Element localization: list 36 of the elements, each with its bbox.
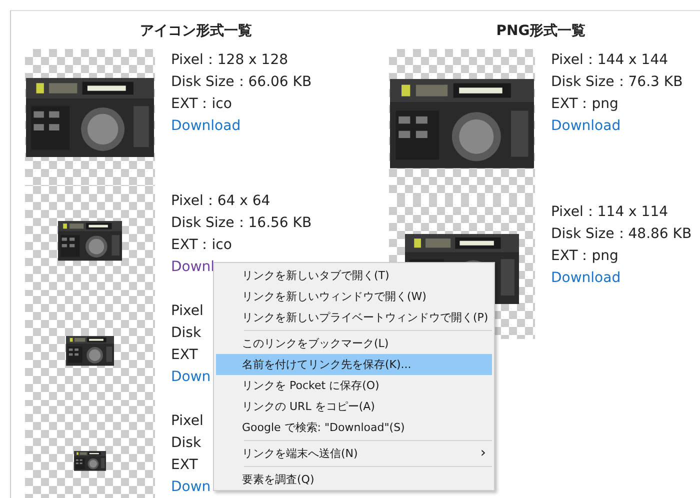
disk-size-text: Disk Size：16.56 KB [171, 214, 312, 233]
menu-item[interactable]: リンクの URL をコピー(A) [216, 396, 492, 417]
extension-text: EXT：png [551, 95, 620, 114]
disk-size-text: Disk Size：66.06 KB [171, 73, 312, 92]
section-heading: アイコン形式一覧 [139, 22, 253, 41]
menu-item[interactable]: 名前を付けてリンク先を保存(K)... [216, 354, 492, 375]
pixel-size-text: Pixel [171, 302, 204, 321]
disk-size-text: Disk Size：76.3 KB [551, 73, 683, 92]
menu-item[interactable]: Google で検索: "Download"(S) [216, 417, 492, 438]
download-link[interactable]: Download [551, 115, 683, 137]
download-link[interactable]: Download [551, 267, 692, 289]
disk-size-text: Disk [171, 434, 202, 453]
extension-text: EXT [171, 346, 199, 365]
extension-text: EXT [171, 456, 199, 475]
pixel-size-text: Pixel：114 x 114 [551, 203, 670, 222]
download-link[interactable]: Down [171, 366, 211, 388]
extension-text: EXT：png [551, 247, 620, 266]
menu-item[interactable]: リンクを Pocket に保存(O) [216, 375, 492, 396]
pixel-size-text: Pixel：128 x 128 [171, 51, 290, 70]
extension-text: EXT：ico [171, 236, 233, 255]
pixel-size-text: Pixel：144 x 144 [551, 51, 670, 70]
menu-item[interactable]: リンクを新しいウィンドウで開く(W) [216, 286, 492, 307]
menu-item[interactable]: このリンクをブックマーク(L) [216, 333, 492, 354]
download-link[interactable]: Down [171, 476, 211, 498]
submenu-arrow-icon: › [480, 443, 486, 464]
download-link[interactable]: Download [171, 115, 312, 137]
disk-size-text: Disk [171, 324, 202, 343]
menu-item[interactable]: リンクを新しいプライベートウィンドウで開く(P) [216, 307, 492, 328]
extension-text: EXT：ico [171, 95, 233, 114]
disk-size-text: Disk Size：48.86 KB [551, 225, 692, 244]
pixel-size-text: Pixel：64 x 64 [171, 192, 272, 211]
menu-item[interactable]: リンクを端末へ送信(N) › [216, 443, 492, 464]
menu-item[interactable]: 要素を調査(Q) [216, 469, 492, 490]
pixel-size-text: Pixel [171, 412, 204, 431]
menu-item[interactable]: リンクを新しいタブで開く(T) [216, 265, 492, 286]
section-heading: PNG形式一覧 [495, 22, 587, 41]
